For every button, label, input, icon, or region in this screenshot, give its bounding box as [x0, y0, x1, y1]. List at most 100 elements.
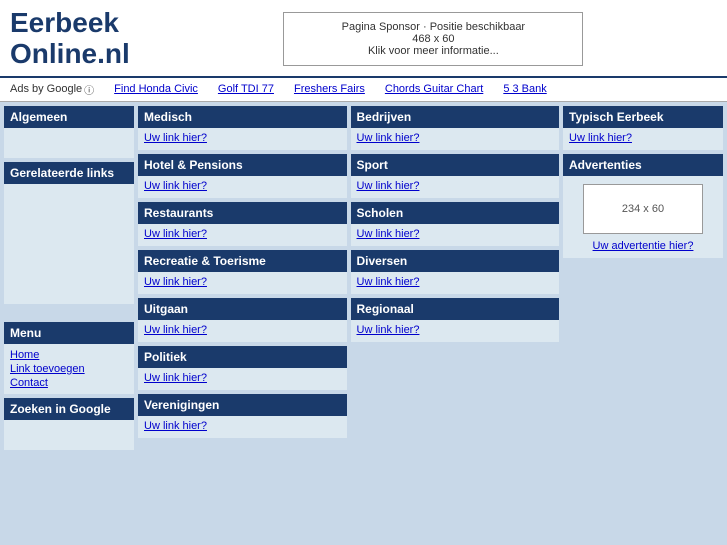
diversen-body: Uw link hier?: [351, 272, 560, 294]
ad-banner[interactable]: 234 x 60: [583, 184, 703, 234]
row-verenigingen: Verenigingen Uw link hier?: [138, 394, 559, 438]
menu-link-toevoegen[interactable]: Link toevoegen: [10, 362, 128, 376]
verenigingen-link[interactable]: Uw link hier?: [144, 420, 207, 432]
row-recreatie-diversen: Recreatie & Toerisme Uw link hier? Diver…: [138, 250, 559, 294]
row-hotel-sport: Hotel & Pensions Uw link hier? Sport Uw …: [138, 154, 559, 198]
advertenties-header: Advertenties: [563, 154, 723, 176]
right-sidebar: Typisch Eerbeek Uw link hier? Advertenti…: [563, 106, 723, 450]
restaurants-body: Uw link hier?: [138, 224, 347, 246]
advertenties-body: 234 x 60 Uw advertentie hier?: [563, 184, 723, 258]
verenigingen-filler: [351, 394, 560, 438]
diversen-block: Diversen Uw link hier?: [351, 250, 560, 294]
menu-block: Menu Home Link toevoegen Contact: [4, 322, 134, 394]
scholen-header: Scholen: [351, 202, 560, 224]
ads-icon: ⓘ: [84, 82, 94, 97]
zoeken-body: [4, 420, 134, 450]
politiek-filler: [351, 346, 560, 390]
menu-link-contact[interactable]: Contact: [10, 376, 128, 390]
politiek-body: Uw link hier?: [138, 368, 347, 390]
gerelateerde-header: Gerelateerde links: [4, 162, 134, 184]
ad-link-3[interactable]: Chords Guitar Chart: [385, 83, 483, 95]
verenigingen-body: Uw link hier?: [138, 416, 347, 438]
algemeen-body: [4, 128, 134, 158]
algemeen-block: Algemeen: [4, 106, 134, 158]
row-uitgaan-regionaal: Uitgaan Uw link hier? Regionaal Uw link …: [138, 298, 559, 342]
ad-link-2[interactable]: Freshers Fairs: [294, 83, 365, 95]
restaurants-link[interactable]: Uw link hier?: [144, 228, 207, 240]
uitgaan-block: Uitgaan Uw link hier?: [138, 298, 347, 342]
scholen-block: Scholen Uw link hier?: [351, 202, 560, 246]
algemeen-header: Algemeen: [4, 106, 134, 128]
row-medisch-bedrijven: Medisch Uw link hier? Bedrijven Uw link …: [138, 106, 559, 150]
medisch-link[interactable]: Uw link hier?: [144, 132, 207, 144]
ad-bar: Ads by Google ⓘ Find Honda Civic Golf TD…: [0, 76, 727, 102]
uitgaan-body: Uw link hier?: [138, 320, 347, 342]
advertenties-link-container: Uw advertentie hier?: [563, 238, 723, 258]
typisch-eerbeek-block: Typisch Eerbeek Uw link hier?: [563, 106, 723, 150]
sponsor-line2: 468 x 60: [304, 33, 562, 45]
ad-link-0[interactable]: Find Honda Civic: [114, 83, 198, 95]
typisch-eerbeek-body: Uw link hier?: [563, 128, 723, 150]
recreatie-header: Recreatie & Toerisme: [138, 250, 347, 272]
bedrijven-block: Bedrijven Uw link hier?: [351, 106, 560, 150]
advertenties-link[interactable]: Uw advertentie hier?: [593, 240, 694, 252]
politiek-header: Politiek: [138, 346, 347, 368]
sponsor-line3: Klik voor meer informatie...: [304, 45, 562, 57]
zoeken-block: Zoeken in Google: [4, 398, 134, 450]
regionaal-header: Regionaal: [351, 298, 560, 320]
page-header: Eerbeek Online.nl Pagina Sponsor · Posit…: [0, 0, 727, 76]
ad-banner-text: 234 x 60: [622, 203, 664, 215]
left-sidebar: Algemeen Gerelateerde links Menu Home Li…: [4, 106, 134, 450]
sport-body: Uw link hier?: [351, 176, 560, 198]
menu-link-home[interactable]: Home: [10, 348, 128, 362]
diversen-header: Diversen: [351, 250, 560, 272]
center-content: Medisch Uw link hier? Bedrijven Uw link …: [138, 106, 559, 450]
row-politiek: Politiek Uw link hier?: [138, 346, 559, 390]
logo-line1: Eerbeek: [10, 7, 119, 38]
regionaal-body: Uw link hier?: [351, 320, 560, 342]
ad-link-4[interactable]: 5 3 Bank: [503, 83, 546, 95]
medisch-body: Uw link hier?: [138, 128, 347, 150]
verenigingen-header: Verenigingen: [138, 394, 347, 416]
scholen-link[interactable]: Uw link hier?: [357, 228, 420, 240]
restaurants-header: Restaurants: [138, 202, 347, 224]
site-logo: Eerbeek Online.nl: [10, 8, 130, 70]
medisch-header: Medisch: [138, 106, 347, 128]
uitgaan-header: Uitgaan: [138, 298, 347, 320]
regionaal-block: Regionaal Uw link hier?: [351, 298, 560, 342]
regionaal-link[interactable]: Uw link hier?: [357, 324, 420, 336]
zoeken-header: Zoeken in Google: [4, 398, 134, 420]
scholen-body: Uw link hier?: [351, 224, 560, 246]
gerelateerde-block: Gerelateerde links: [4, 162, 134, 304]
sport-link[interactable]: Uw link hier?: [357, 180, 420, 192]
advertenties-block: Advertenties 234 x 60 Uw advertentie hie…: [563, 154, 723, 258]
sponsor-line1: Pagina Sponsor · Positie beschikbaar: [304, 21, 562, 33]
politiek-block: Politiek Uw link hier?: [138, 346, 347, 390]
hotel-body: Uw link hier?: [138, 176, 347, 198]
ad-link-1[interactable]: Golf TDI 77: [218, 83, 274, 95]
typisch-eerbeek-link[interactable]: Uw link hier?: [569, 132, 632, 144]
restaurants-block: Restaurants Uw link hier?: [138, 202, 347, 246]
diversen-link[interactable]: Uw link hier?: [357, 276, 420, 288]
hotel-header: Hotel & Pensions: [138, 154, 347, 176]
uitgaan-link[interactable]: Uw link hier?: [144, 324, 207, 336]
bedrijven-link[interactable]: Uw link hier?: [357, 132, 420, 144]
sport-block: Sport Uw link hier?: [351, 154, 560, 198]
menu-header: Menu: [4, 322, 134, 344]
politiek-link[interactable]: Uw link hier?: [144, 372, 207, 384]
medisch-block: Medisch Uw link hier?: [138, 106, 347, 150]
logo-line2: Online.nl: [10, 39, 130, 70]
verenigingen-block: Verenigingen Uw link hier?: [138, 394, 347, 438]
gerelateerde-body: [4, 184, 134, 304]
bedrijven-header: Bedrijven: [351, 106, 560, 128]
recreatie-body: Uw link hier?: [138, 272, 347, 294]
menu-body: Home Link toevoegen Contact: [4, 344, 134, 394]
typisch-eerbeek-header: Typisch Eerbeek: [563, 106, 723, 128]
recreatie-link[interactable]: Uw link hier?: [144, 276, 207, 288]
hotel-block: Hotel & Pensions Uw link hier?: [138, 154, 347, 198]
bedrijven-body: Uw link hier?: [351, 128, 560, 150]
hotel-link[interactable]: Uw link hier?: [144, 180, 207, 192]
sport-header: Sport: [351, 154, 560, 176]
sponsor-box[interactable]: Pagina Sponsor · Positie beschikbaar 468…: [283, 12, 583, 66]
recreatie-block: Recreatie & Toerisme Uw link hier?: [138, 250, 347, 294]
